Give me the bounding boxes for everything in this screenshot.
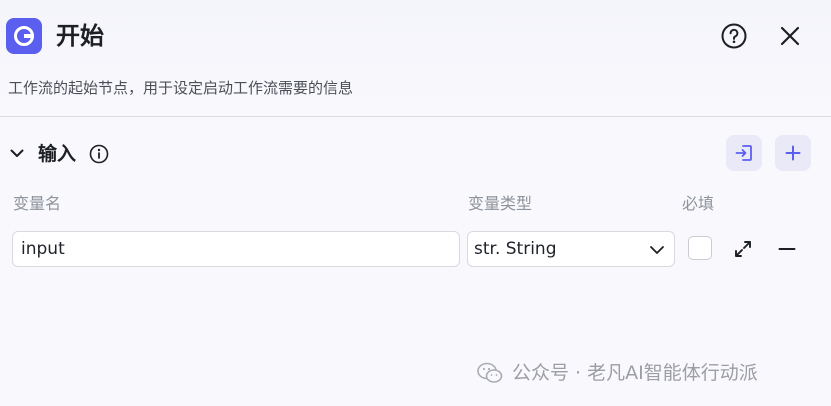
column-header-name: 变量名 <box>13 194 62 213</box>
start-node-logo <box>6 18 42 54</box>
help-button[interactable] <box>720 22 748 50</box>
import-variable-button[interactable] <box>726 135 762 171</box>
collapse-toggle[interactable] <box>8 144 26 162</box>
minus-icon <box>778 248 796 250</box>
variable-name-input[interactable] <box>12 231 460 267</box>
plus-icon <box>785 145 801 161</box>
section-title: 输入 <box>38 143 77 165</box>
info-icon[interactable] <box>89 144 109 164</box>
variable-type-value: str. String <box>474 239 557 259</box>
help-icon <box>721 23 747 49</box>
expand-button[interactable] <box>732 238 754 260</box>
close-button[interactable] <box>778 24 802 48</box>
watermark-text: 公众号 · 老凡AI智能体行动派 <box>512 362 758 384</box>
start-node-icon <box>14 26 34 46</box>
info-circle-icon <box>89 144 109 164</box>
chevron-down-icon <box>650 246 664 254</box>
required-checkbox[interactable] <box>688 236 712 260</box>
node-description: 工作流的起始节点，用于设定启动工作流需要的信息 <box>8 79 354 97</box>
header-divider <box>0 116 831 117</box>
column-header-required: 必填 <box>682 194 715 213</box>
start-node-panel: 开始 工作流的起始节点，用于设定启动工作流需要的信息 输入 变量名 变量类型 必… <box>0 0 831 406</box>
wechat-icon <box>477 362 503 383</box>
variable-type-select[interactable]: str. String <box>467 231 675 267</box>
expand-icon <box>735 241 751 257</box>
close-icon <box>780 26 800 46</box>
chevron-down-icon <box>10 149 24 157</box>
panel-header: 开始 工作流的起始节点，用于设定启动工作流需要的信息 <box>0 0 831 116</box>
add-variable-button[interactable] <box>775 135 811 171</box>
import-icon <box>735 145 752 161</box>
column-header-type: 变量类型 <box>468 194 533 213</box>
input-section-header: 输入 <box>0 132 831 176</box>
page-title: 开始 <box>56 22 104 50</box>
remove-variable-button[interactable] <box>776 238 798 260</box>
